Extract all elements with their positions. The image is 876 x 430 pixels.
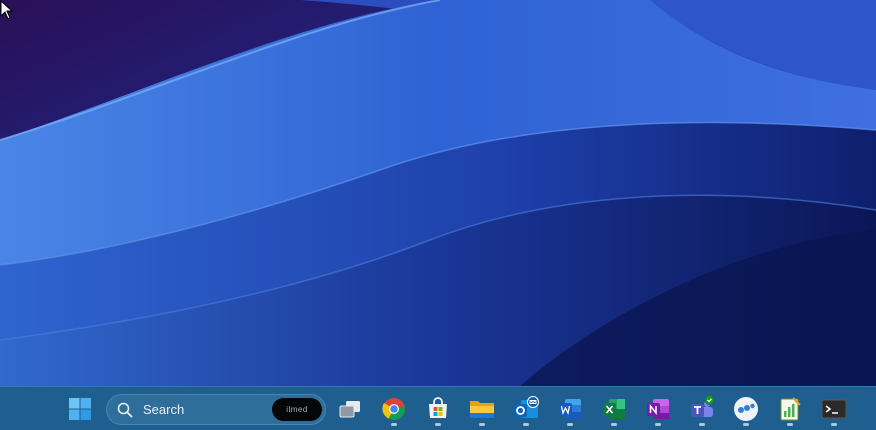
notepad-chart-icon: [780, 397, 801, 421]
taskbar-app-terminal[interactable]: [816, 391, 852, 427]
running-indicator: [611, 423, 617, 426]
microsoft-store-icon: [429, 397, 447, 418]
start-button[interactable]: [62, 391, 98, 427]
word-icon: [559, 399, 581, 419]
search-label: Search: [143, 402, 185, 417]
running-indicator: [655, 423, 661, 426]
app-dots-icon: [734, 397, 758, 421]
taskbar: Search ilmed: [0, 386, 876, 430]
taskbar-app-word[interactable]: [552, 391, 588, 427]
chrome-icon: [382, 398, 405, 420]
taskbar-app-outlook[interactable]: [508, 391, 544, 427]
running-indicator: [523, 423, 529, 426]
running-indicator: [743, 423, 749, 426]
running-indicator: [787, 423, 793, 426]
mouse-pointer-icon: [0, 0, 14, 20]
running-indicator: [831, 423, 837, 426]
running-indicator: [479, 423, 485, 426]
terminal-icon: [821, 399, 847, 419]
excel-icon: [603, 399, 625, 419]
onenote-icon: [647, 399, 669, 419]
taskbar-app-dots[interactable]: [728, 391, 764, 427]
taskbar-app-file-explorer[interactable]: [464, 391, 500, 427]
running-indicator: [435, 423, 441, 426]
teams-icon: [691, 395, 715, 417]
running-indicator: [567, 423, 573, 426]
taskbar-app-teams[interactable]: [684, 391, 720, 427]
taskbar-app-chrome[interactable]: [376, 391, 412, 427]
taskbar-app-store[interactable]: [420, 391, 456, 427]
desktop-wallpaper: [0, 0, 876, 386]
task-view-icon: [339, 401, 360, 418]
task-view-button[interactable]: [332, 391, 368, 427]
taskbar-app-notepad-chart[interactable]: [772, 391, 808, 427]
running-indicator: [699, 423, 705, 426]
outlook-icon: [514, 396, 539, 418]
taskbar-app-excel[interactable]: [596, 391, 632, 427]
search-box[interactable]: Search ilmed: [106, 394, 326, 425]
windows-logo-icon: [69, 398, 91, 420]
search-highlight-badge[interactable]: ilmed: [272, 398, 322, 421]
search-icon: [117, 402, 133, 418]
search-badge-text: ilmed: [286, 405, 308, 414]
folder-icon: [470, 401, 494, 418]
wallpaper-art: [0, 0, 876, 386]
running-indicator: [391, 423, 397, 426]
taskbar-app-onenote[interactable]: [640, 391, 676, 427]
